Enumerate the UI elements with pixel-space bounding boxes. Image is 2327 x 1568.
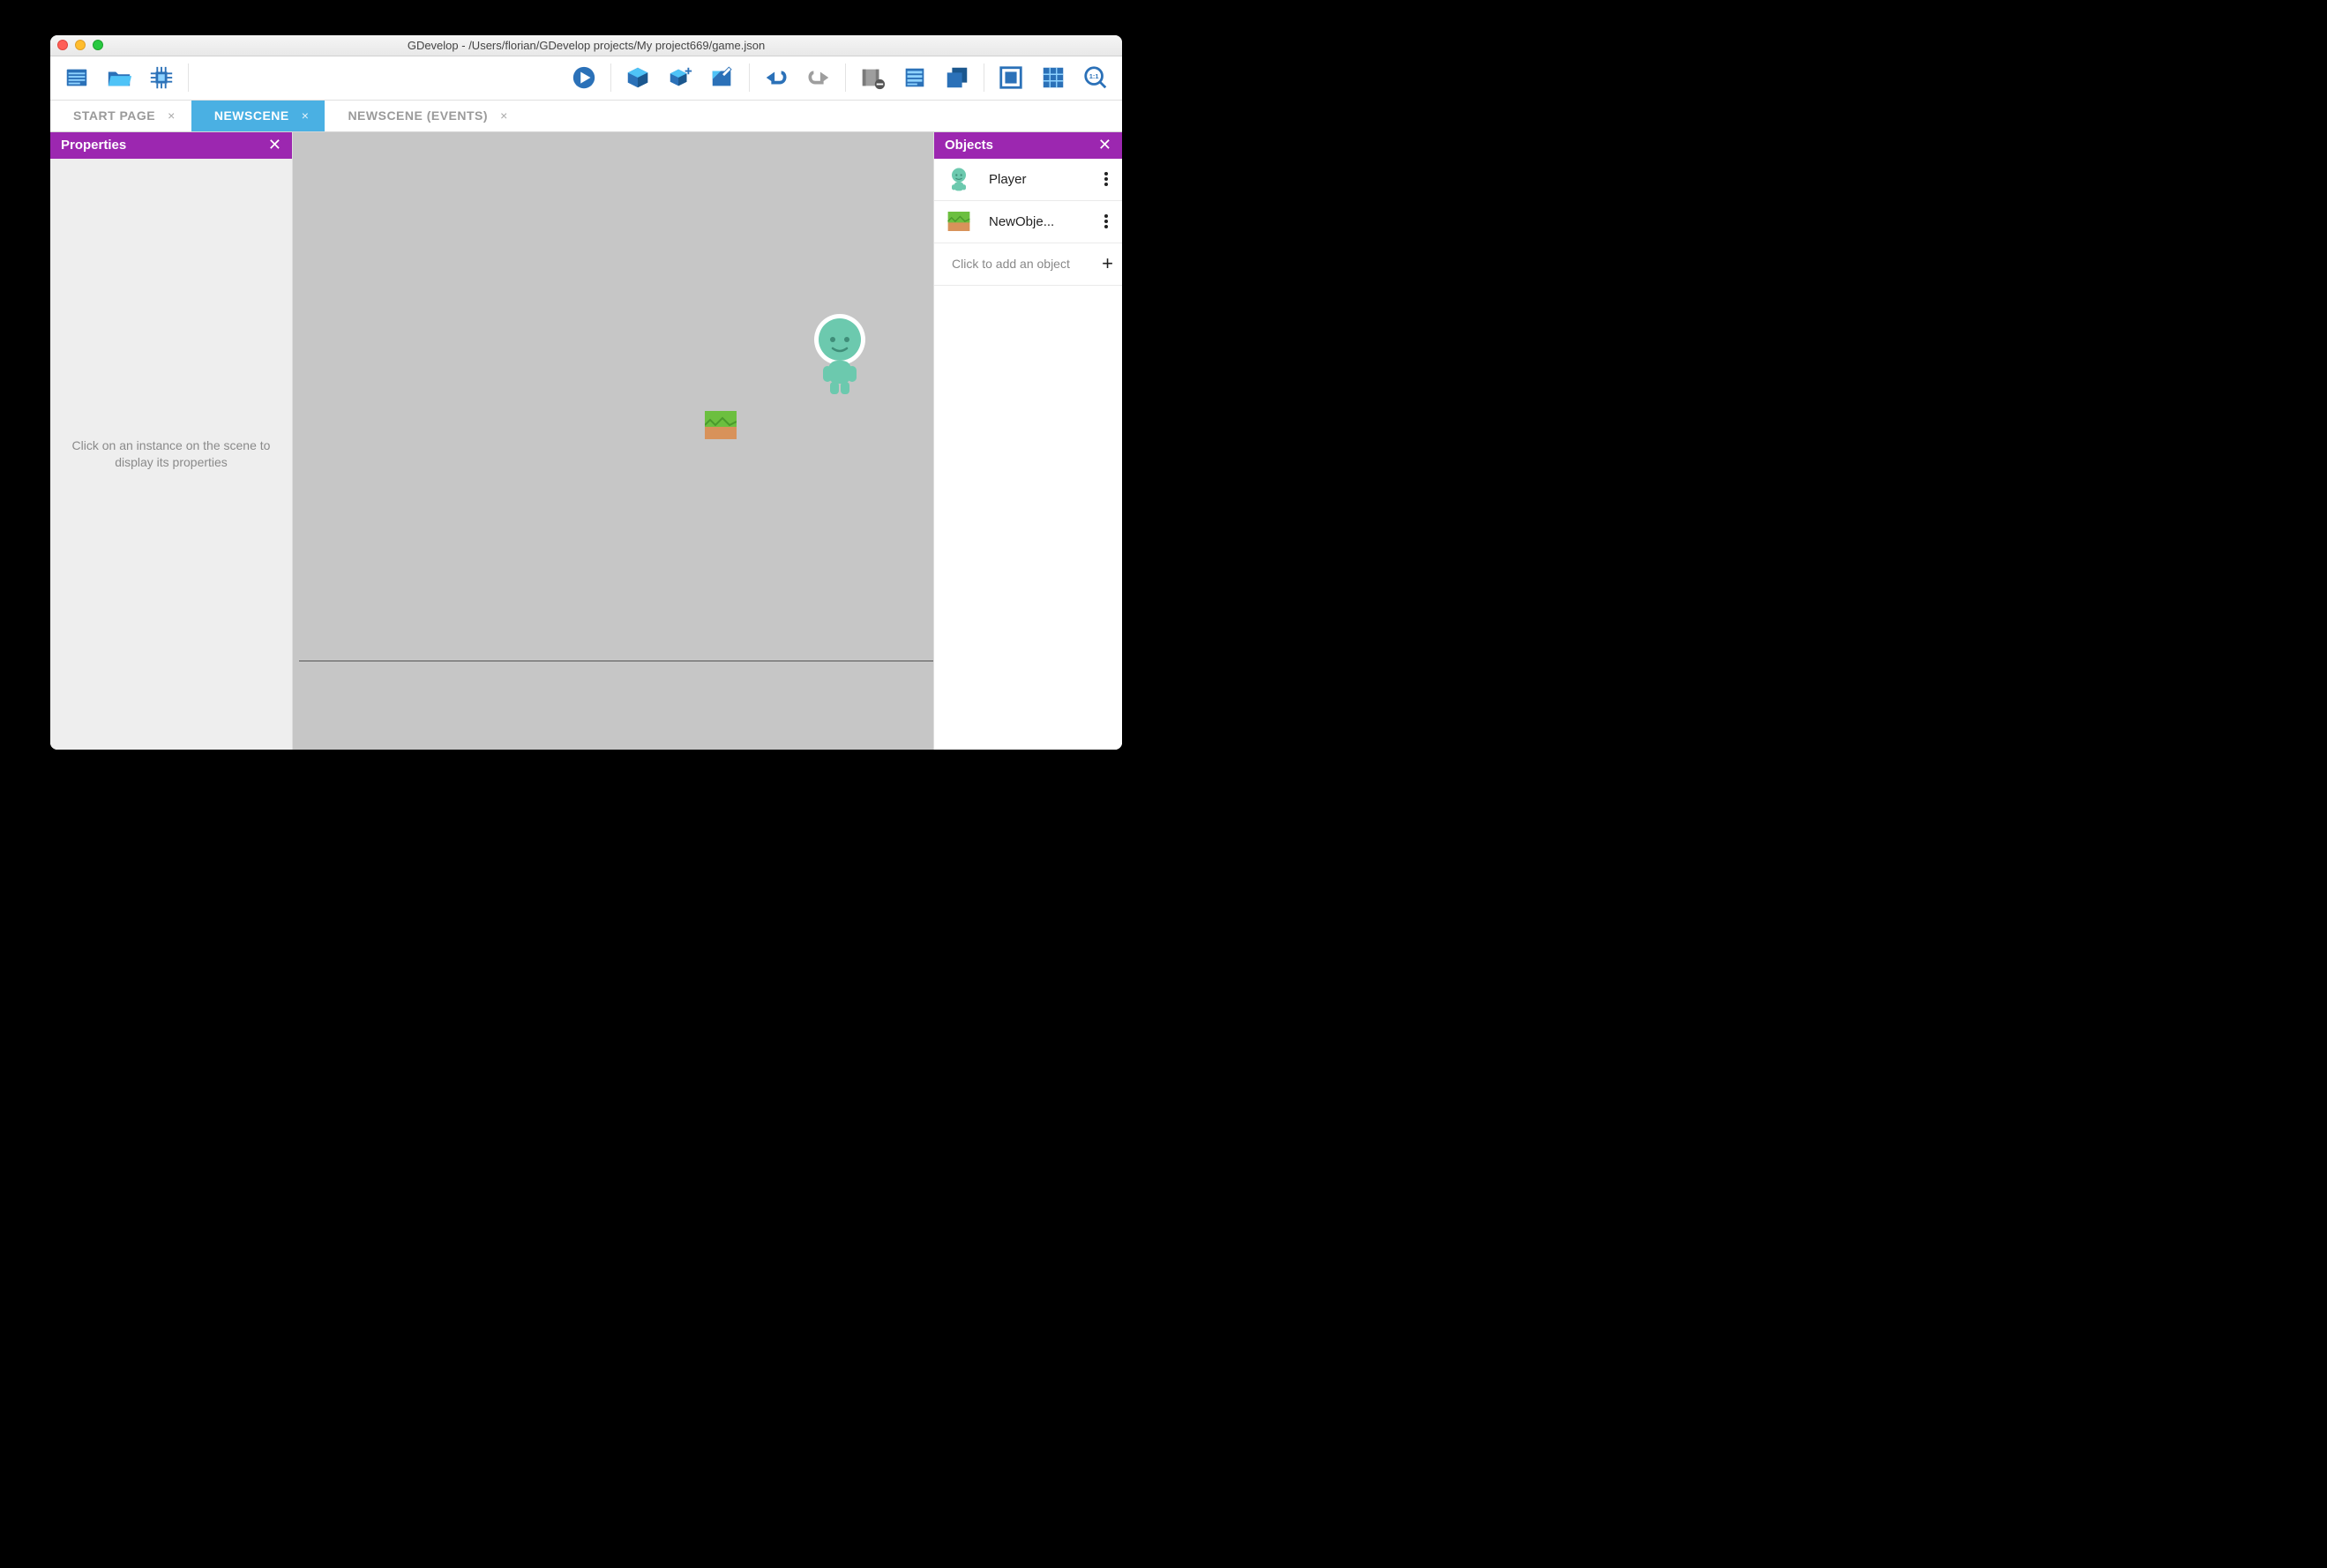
zoom-reset-button[interactable]: 1:1 bbox=[1076, 58, 1115, 97]
cube-plus-icon bbox=[667, 64, 693, 91]
undo-icon bbox=[763, 64, 789, 91]
add-object-row[interactable]: Click to add an object + bbox=[934, 243, 1122, 286]
add-object-label: Click to add an object bbox=[952, 257, 1070, 271]
plus-icon: + bbox=[1102, 252, 1113, 275]
preview-button[interactable] bbox=[565, 58, 603, 97]
close-window-button[interactable] bbox=[57, 40, 68, 50]
tab-newscene-events[interactable]: NEWSCENE (EVENTS) × bbox=[325, 101, 523, 131]
tab-newscene[interactable]: NEWSCENE × bbox=[191, 101, 325, 131]
properties-panel-body: Click on an instance on the scene to dis… bbox=[50, 159, 292, 750]
toolbar-separator bbox=[749, 63, 750, 92]
properties-panel: Properties ✕ Click on an instance on the… bbox=[50, 132, 293, 750]
minimize-window-button[interactable] bbox=[75, 40, 86, 50]
folder-icon bbox=[106, 64, 132, 91]
app-window: GDevelop - /Users/florian/GDevelop proje… bbox=[50, 35, 1122, 750]
play-icon bbox=[571, 64, 597, 91]
add-object-button[interactable] bbox=[618, 58, 657, 97]
open-project-button[interactable] bbox=[100, 58, 138, 97]
tab-start-page[interactable]: START PAGE × bbox=[50, 101, 191, 131]
tab-label: NEWSCENE (EVENTS) bbox=[348, 108, 488, 123]
tab-label: NEWSCENE bbox=[214, 108, 289, 123]
stack-icon bbox=[944, 64, 970, 91]
object-row-newobject[interactable]: NewObje... bbox=[934, 201, 1122, 243]
toggle-mask-button[interactable] bbox=[991, 58, 1030, 97]
mask-icon bbox=[998, 64, 1024, 91]
scene-object-ground[interactable] bbox=[705, 411, 737, 439]
instances-button[interactable] bbox=[938, 58, 976, 97]
workspace: Properties ✕ Click on an instance on the… bbox=[50, 132, 1122, 750]
grid-icon bbox=[1040, 64, 1066, 91]
objects-panel-header: Objects ✕ bbox=[934, 132, 1122, 159]
properties-panel-header: Properties ✕ bbox=[50, 132, 292, 159]
player-sprite-icon bbox=[811, 313, 869, 396]
scene-viewport[interactable] bbox=[299, 132, 933, 661]
cube-icon bbox=[625, 64, 651, 91]
layers-button[interactable] bbox=[895, 58, 934, 97]
close-icon[interactable]: ✕ bbox=[1098, 136, 1111, 154]
scene-canvas[interactable] bbox=[293, 132, 933, 750]
redo-icon bbox=[805, 64, 832, 91]
object-row-player[interactable]: Player bbox=[934, 159, 1122, 201]
maximize-window-button[interactable] bbox=[93, 40, 103, 50]
close-icon[interactable]: ✕ bbox=[268, 136, 281, 154]
edit-object-button[interactable] bbox=[703, 58, 742, 97]
object-thumb bbox=[943, 163, 975, 195]
rows-icon bbox=[902, 64, 928, 91]
player-sprite-icon bbox=[945, 165, 973, 193]
object-thumb bbox=[943, 205, 975, 237]
tab-label: START PAGE bbox=[73, 108, 155, 123]
edit-icon bbox=[709, 64, 736, 91]
undo-button[interactable] bbox=[757, 58, 796, 97]
list-icon bbox=[64, 64, 90, 91]
toggle-grid-button[interactable] bbox=[1034, 58, 1073, 97]
close-icon[interactable]: × bbox=[168, 108, 176, 123]
objects-panel: Objects ✕ bbox=[933, 132, 1122, 750]
scene-object-player[interactable] bbox=[811, 313, 869, 396]
traffic-lights bbox=[57, 40, 103, 50]
objects-list: Player NewObje... Click to bbox=[934, 159, 1122, 750]
toolbar-separator bbox=[610, 63, 611, 92]
window-title: GDevelop - /Users/florian/GDevelop proje… bbox=[50, 39, 1122, 52]
toolbar-separator bbox=[845, 63, 846, 92]
properties-placeholder: Click on an instance on the scene to dis… bbox=[68, 437, 274, 471]
project-manager-button[interactable] bbox=[57, 58, 96, 97]
object-name: Player bbox=[989, 172, 1085, 187]
svg-text:1:1: 1:1 bbox=[1089, 72, 1099, 80]
redo-button[interactable] bbox=[799, 58, 838, 97]
panel-title: Objects bbox=[945, 138, 993, 153]
object-name: NewObje... bbox=[989, 214, 1085, 229]
zoom-11-icon: 1:1 bbox=[1082, 64, 1109, 91]
delete-button[interactable] bbox=[853, 58, 892, 97]
kebab-menu-icon[interactable] bbox=[1099, 214, 1113, 228]
close-icon[interactable]: × bbox=[500, 108, 508, 123]
debug-button[interactable] bbox=[142, 58, 181, 97]
ground-tile-icon bbox=[705, 411, 737, 439]
tabs-bar: START PAGE × NEWSCENE × NEWSCENE (EVENTS… bbox=[50, 101, 1122, 132]
main-toolbar: 1:1 bbox=[50, 56, 1122, 101]
add-object-plus-button[interactable] bbox=[661, 58, 700, 97]
panel-title: Properties bbox=[61, 138, 126, 153]
ground-tile-icon bbox=[943, 212, 975, 231]
chip-icon bbox=[148, 64, 175, 91]
kebab-menu-icon[interactable] bbox=[1099, 172, 1113, 186]
close-icon[interactable]: × bbox=[302, 108, 310, 123]
toolbar-separator bbox=[188, 63, 189, 92]
film-minus-icon bbox=[859, 64, 886, 91]
titlebar: GDevelop - /Users/florian/GDevelop proje… bbox=[50, 35, 1122, 56]
